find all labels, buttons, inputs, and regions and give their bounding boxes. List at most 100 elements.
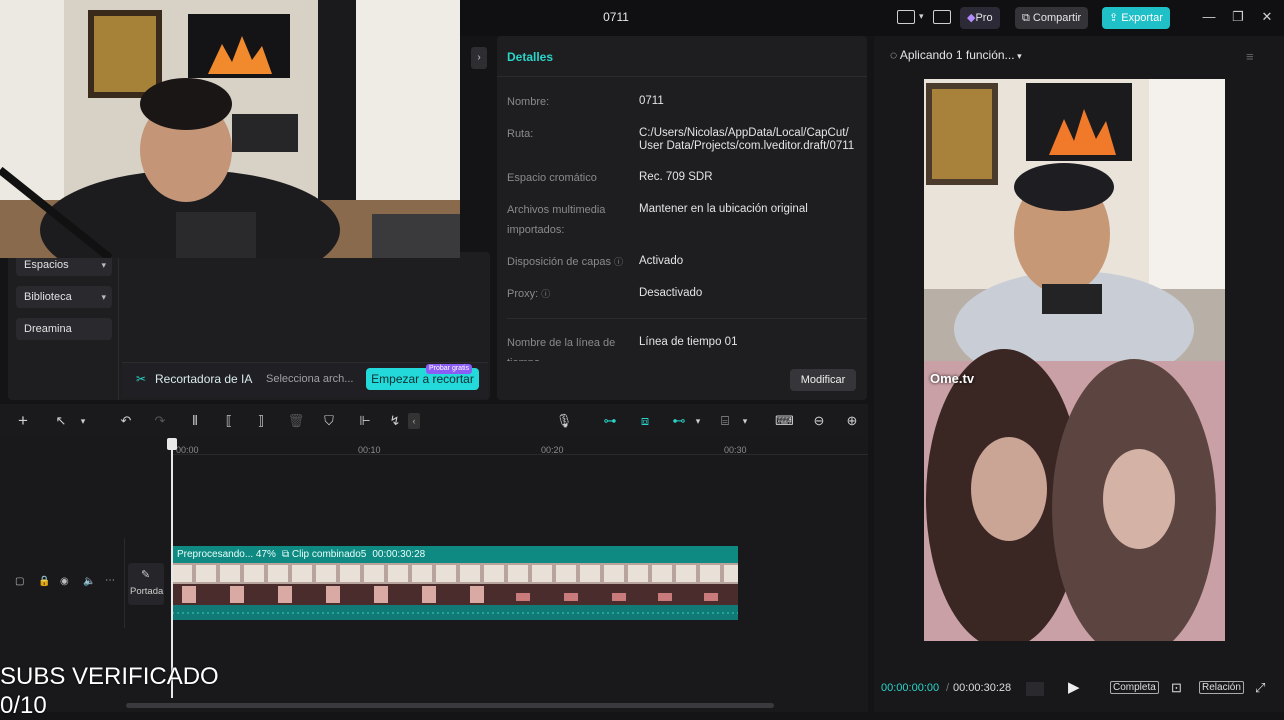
preview-frame-illustration bbox=[924, 79, 1225, 641]
sidebar-item-label: Espacios bbox=[24, 259, 69, 271]
redo-icon[interactable]: ↷ bbox=[151, 413, 169, 429]
free-trial-badge: Probar gratis bbox=[426, 364, 473, 374]
clip-status: Preprocesando... 47% bbox=[177, 549, 276, 560]
info-icon[interactable]: ⓘ bbox=[541, 289, 550, 299]
shield-icon[interactable]: ⛉ bbox=[320, 413, 338, 429]
select-tool-icon[interactable]: ↖ bbox=[52, 413, 70, 429]
loading-spinner-icon: ◌ bbox=[890, 48, 900, 62]
detail-value-imported-media: Mantener en la ubicación original bbox=[639, 203, 808, 215]
chevron-down-icon[interactable]: ▾ bbox=[74, 413, 92, 429]
collapse-toolbar-icon[interactable]: ‹ bbox=[408, 413, 420, 429]
detail-label-name: Nombre: bbox=[507, 96, 550, 108]
clip-audio-waveform[interactable] bbox=[172, 605, 738, 620]
clip-header[interactable]: Preprocesando... 47% ⧉ Clip combinado5 00:… bbox=[172, 546, 738, 563]
preview-video-frame[interactable]: Ome.tv bbox=[924, 79, 1225, 641]
share-button[interactable]: ⧉ Compartir bbox=[1015, 7, 1089, 29]
close-icon[interactable]: ✕ bbox=[1258, 8, 1276, 26]
project-title: 0711 bbox=[603, 10, 629, 24]
shortcuts-icon[interactable] bbox=[933, 10, 951, 24]
webcam-overlay bbox=[0, 0, 460, 258]
aspect-ratio-button[interactable]: Relación bbox=[1199, 681, 1244, 694]
detail-label-path: Ruta: bbox=[507, 128, 534, 140]
pencil-icon: ✎ bbox=[141, 569, 151, 581]
info-icon[interactable]: ⓘ bbox=[614, 257, 623, 267]
detail-value-layers: Activado bbox=[639, 255, 684, 267]
focus-icon[interactable]: ⊡ bbox=[1171, 680, 1182, 696]
detail-label-proxy: Proxy: ⓘ bbox=[507, 284, 627, 304]
ai-cutter-title: Recortadora de IA bbox=[155, 372, 253, 386]
eye-icon[interactable]: ◉ bbox=[60, 576, 69, 587]
ometv-logo: Ome.tv bbox=[930, 371, 975, 386]
link-clips-icon[interactable]: ⊷ bbox=[670, 413, 688, 429]
player-panel: ◌ Aplicando 1 función... ▾ ≡ Ome.tv 00:0… bbox=[874, 36, 1284, 712]
processing-status-text: Aplicando 1 función... bbox=[899, 48, 1015, 62]
detail-label-timeline-name: Nombre de la línea de tiempo bbox=[507, 337, 616, 361]
export-button[interactable]: ⇪ Exportar bbox=[1102, 7, 1170, 29]
split-icon[interactable]: ⫴ bbox=[186, 413, 204, 429]
chevron-down-icon[interactable]: ▾ bbox=[689, 413, 707, 429]
timecode-grid-icon[interactable] bbox=[1026, 682, 1044, 696]
detail-value-timeline-name: Línea de tiempo 01 bbox=[639, 336, 738, 348]
speaker-icon[interactable]: 🔈 bbox=[83, 576, 95, 587]
webcam-scene bbox=[0, 0, 460, 258]
freeze-icon[interactable]: ⊩ bbox=[356, 413, 374, 429]
subs-count-label: 0/10 bbox=[0, 692, 47, 719]
lock-icon[interactable]: 🔒 bbox=[38, 576, 50, 587]
detail-label-imported-media: Archivos multimedia importados: bbox=[507, 204, 606, 236]
more-icon[interactable]: ⋯ bbox=[105, 575, 115, 586]
clip-thumbnails[interactable] bbox=[172, 563, 738, 605]
compound-clip-icon: ⧉ bbox=[281, 549, 290, 560]
detail-value-proxy: Desactivado bbox=[639, 287, 703, 299]
microphone-icon[interactable]: 🎙 bbox=[555, 413, 573, 429]
pro-label: Pro bbox=[975, 12, 993, 24]
export-label: Exportar bbox=[1121, 12, 1163, 24]
file-select[interactable]: Selecciona arch... bbox=[266, 373, 353, 385]
fullscreen-mode-button[interactable]: Completa bbox=[1110, 681, 1159, 694]
snap-icon[interactable]: ⧈ bbox=[636, 413, 654, 429]
undo-icon[interactable]: ↶ bbox=[117, 413, 135, 429]
sidebar-item-dreamina[interactable]: Dreamina bbox=[16, 318, 112, 340]
zoom-in-icon[interactable]: ⊕ bbox=[843, 413, 861, 429]
detail-value-name: 0711 bbox=[639, 95, 664, 107]
total-time: 00:00:30:28 bbox=[953, 682, 1012, 694]
detail-label-layers-text: Disposición de capas bbox=[507, 256, 611, 268]
menu-icon[interactable]: ≡ bbox=[1246, 49, 1254, 64]
details-divider bbox=[507, 318, 867, 319]
modify-button[interactable]: Modificar bbox=[790, 369, 856, 391]
export-icon: ⇪ bbox=[1109, 12, 1122, 24]
delete-icon[interactable]: 🗑 bbox=[287, 413, 305, 429]
expand-panel-icon[interactable]: › bbox=[471, 47, 487, 69]
trim-left-icon[interactable]: ⟦ bbox=[220, 413, 238, 429]
timeline-scrollbar[interactable] bbox=[126, 703, 774, 708]
expand-icon[interactable]: ⤢ bbox=[1255, 680, 1265, 696]
zoom-out-icon[interactable]: ⊖ bbox=[810, 413, 828, 429]
detail-label-colorspace: Espacio cromático bbox=[507, 172, 597, 184]
add-icon[interactable]: + bbox=[14, 412, 32, 429]
layout-icon[interactable] bbox=[897, 10, 915, 24]
chevron-down-icon[interactable]: ▾ bbox=[736, 413, 754, 429]
play-icon[interactable]: ▶ bbox=[1068, 678, 1080, 696]
processing-status: ◌ Aplicando 1 función... ▾ bbox=[890, 48, 1022, 62]
time-separator: / bbox=[946, 682, 950, 694]
restore-icon[interactable]: ❐ bbox=[1229, 8, 1247, 26]
detail-label-proxy-text: Proxy: bbox=[507, 288, 539, 300]
chevron-down-icon[interactable]: ▾ bbox=[1015, 51, 1022, 61]
details-header: Detalles bbox=[507, 50, 554, 64]
magnet-link-icon[interactable]: ⊶ bbox=[601, 413, 619, 429]
preview-axis-icon[interactable]: ⌸ bbox=[716, 413, 734, 429]
clip-duration: 00:00:30:28 bbox=[372, 549, 426, 560]
subs-verified-label: SUBS VERIFICADO bbox=[0, 663, 219, 690]
pro-button[interactable]: ◆Pro bbox=[960, 7, 1000, 29]
minimize-icon[interactable]: — bbox=[1200, 8, 1218, 26]
detail-value-colorspace: Rec. 709 SDR bbox=[639, 171, 713, 183]
trim-right-icon[interactable]: ⟧ bbox=[252, 413, 270, 429]
layout-chevron-icon[interactable]: ▾ bbox=[919, 11, 924, 22]
auto-edit-icon[interactable]: ↯ bbox=[386, 413, 404, 429]
track-thumbnail-icon[interactable]: ▢ bbox=[15, 576, 24, 587]
caption-icon[interactable]: ⌨ bbox=[775, 413, 794, 429]
playhead-handle[interactable] bbox=[167, 438, 177, 450]
sidebar-item-library[interactable]: Biblioteca ▾ bbox=[16, 286, 112, 308]
share-label: Compartir bbox=[1032, 12, 1082, 24]
playhead[interactable] bbox=[171, 440, 173, 698]
share-icon: ⧉ bbox=[1022, 12, 1033, 24]
